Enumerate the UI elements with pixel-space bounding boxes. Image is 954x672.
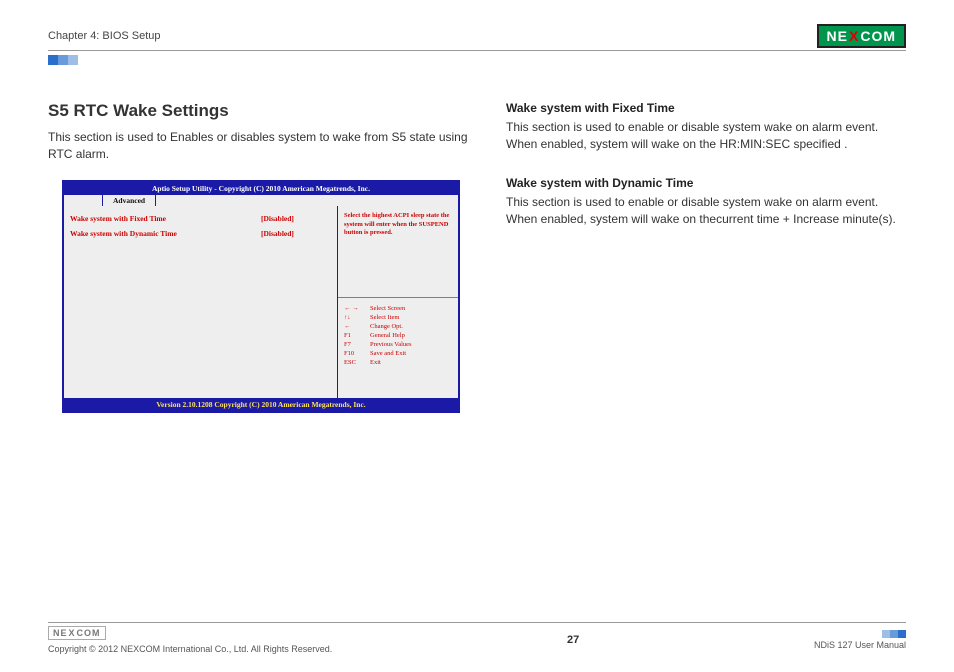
bios-setting-value: [Disabled] — [261, 214, 331, 223]
decorative-squares — [48, 55, 906, 65]
page-footer: NEXCOM Copyright © 2012 NEXCOM Internati… — [48, 622, 906, 654]
nexcom-logo: NEXCOM — [817, 24, 906, 48]
bios-key-legend: ← →Select Screen ↑↓Select Item ←Change O… — [338, 298, 458, 398]
bios-screenshot: Aptio Setup Utility - Copyright (C) 2010… — [62, 180, 460, 413]
subsection-body: This section is used to enable or disabl… — [506, 119, 906, 154]
bios-main-panel: Wake system with Fixed Time [Disabled] W… — [64, 206, 338, 398]
copyright-text: Copyright © 2012 NEXCOM International Co… — [48, 644, 332, 654]
chapter-title: Chapter 4: BIOS Setup — [48, 30, 161, 42]
subsection-heading: Wake system with Dynamic Time — [506, 176, 906, 190]
section-intro: This section is used to Enables or disab… — [48, 129, 478, 164]
bios-footer-bar: Version 2.10.1208 Copyright (C) 2010 Ame… — [64, 398, 458, 411]
bios-tab-advanced: Advanced — [102, 195, 156, 206]
bios-setting-label: Wake system with Fixed Time — [70, 214, 261, 223]
section-title: S5 RTC Wake Settings — [48, 101, 478, 121]
bios-title-bar: Aptio Setup Utility - Copyright (C) 2010… — [64, 182, 458, 195]
bios-tabs: Advanced — [64, 195, 458, 206]
bios-setting-row: Wake system with Fixed Time [Disabled] — [70, 214, 331, 223]
nexcom-logo-small: NEXCOM — [48, 626, 106, 640]
bios-setting-row: Wake system with Dynamic Time [Disabled] — [70, 229, 331, 238]
bios-setting-value: [Disabled] — [261, 229, 331, 238]
subsection-heading: Wake system with Fixed Time — [506, 101, 906, 115]
subsection-body: This section is used to enable or disabl… — [506, 194, 906, 229]
decorative-squares — [882, 630, 906, 638]
bios-setting-label: Wake system with Dynamic Time — [70, 229, 261, 238]
manual-name: NDiS 127 User Manual — [814, 640, 906, 650]
page-number: 27 — [567, 634, 579, 646]
bios-help-text: Select the highest ACPI sleep state the … — [338, 206, 458, 298]
